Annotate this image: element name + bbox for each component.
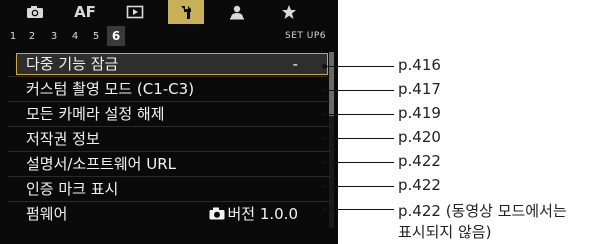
tab-playback[interactable]: [118, 0, 152, 24]
page-reference: p.422 (동영상 모드에서는: [398, 202, 567, 220]
tab-my-menu[interactable]: [272, 0, 306, 24]
menu-item-multi-function-lock[interactable]: 다중 기능 잠금 -: [0, 52, 338, 76]
subtab-1[interactable]: 1: [5, 26, 21, 46]
subtab-number: 4: [71, 30, 79, 42]
leader-line: [326, 90, 394, 91]
subtab-number: 2: [28, 30, 36, 42]
page-reference: p.420: [398, 128, 441, 146]
subtab-number: 5: [92, 30, 100, 42]
menu-item-label: 모든 카메라 설정 해제: [26, 105, 165, 123]
subtab-bar: 1 2 3 4 5 6 SET UP6: [0, 26, 338, 46]
af-tab-label: AF: [74, 3, 96, 21]
subtab-3[interactable]: 3: [46, 26, 62, 46]
menu-item-label: 펌웨어: [26, 205, 68, 223]
page-reference-note: 표시되지 않음): [398, 223, 492, 241]
camera-menu-screen: AF 1 2 3 4 5 6 SET UP6 다중 기능 잠금 - 커스텀 촬영…: [0, 0, 338, 244]
leader-line: [326, 162, 394, 163]
subtab-number: 6: [111, 29, 121, 43]
subtab-number: 1: [9, 30, 17, 42]
subtab-5[interactable]: 5: [88, 26, 104, 46]
leader-line: [326, 138, 394, 139]
wrench-icon: [181, 6, 191, 19]
page-reference: p.422: [398, 152, 441, 170]
menu-item-certification-logo[interactable]: 인증 마크 표시: [0, 177, 338, 201]
firmware-version-value: 버전 1.0.0: [209, 202, 298, 226]
menu-item-label: 다중 기능 잠금: [26, 55, 119, 73]
subtab-2[interactable]: 2: [24, 26, 40, 46]
subtab-4[interactable]: 4: [67, 26, 83, 46]
menu-item-label: 설명서/소프트웨어 URL: [26, 155, 176, 173]
page-reference: p.417: [398, 80, 441, 98]
leader-line: [326, 114, 394, 115]
camera-icon: [209, 207, 225, 220]
tab-setup[interactable]: [168, 0, 204, 24]
leader-line: [326, 66, 394, 67]
person-cog-icon: [230, 5, 244, 20]
menu-item-label: 커스텀 촬영 모드 (C1-C3): [26, 80, 195, 98]
tab-shooting[interactable]: [18, 0, 52, 24]
menu-item-value: -: [292, 55, 298, 73]
menu-item-label: 저작권 정보: [26, 130, 100, 148]
leader-line: [326, 209, 394, 210]
menu-item-custom-shooting-mode[interactable]: 커스텀 촬영 모드 (C1-C3): [0, 77, 338, 101]
page-reference: p.416: [398, 56, 441, 74]
page-reference: p.422: [398, 176, 441, 194]
menu-tab-bar: AF: [0, 0, 338, 24]
firmware-version-text: 버전 1.0.0: [227, 205, 298, 223]
star-icon: [282, 5, 296, 19]
subtab-set-label: SET UP6: [285, 31, 326, 41]
menu-item-clear-all-camera-settings[interactable]: 모든 카메라 설정 해제: [0, 102, 338, 126]
subtab-number: 3: [50, 30, 58, 42]
leader-line: [326, 186, 394, 187]
page-reference: p.419: [398, 104, 441, 122]
menu-item-manual-software-url[interactable]: 설명서/소프트웨어 URL: [0, 152, 338, 176]
menu-item-label: 인증 마크 표시: [26, 180, 119, 198]
menu-item-firmware[interactable]: 펌웨어 버전 1.0.0: [0, 202, 338, 226]
tab-af[interactable]: AF: [68, 0, 102, 24]
tab-custom-functions[interactable]: [220, 0, 254, 24]
subtab-6[interactable]: 6: [107, 26, 125, 46]
playback-icon: [126, 5, 144, 19]
menu-item-copyright-info[interactable]: 저작권 정보: [0, 127, 338, 151]
camera-icon: [27, 6, 43, 18]
